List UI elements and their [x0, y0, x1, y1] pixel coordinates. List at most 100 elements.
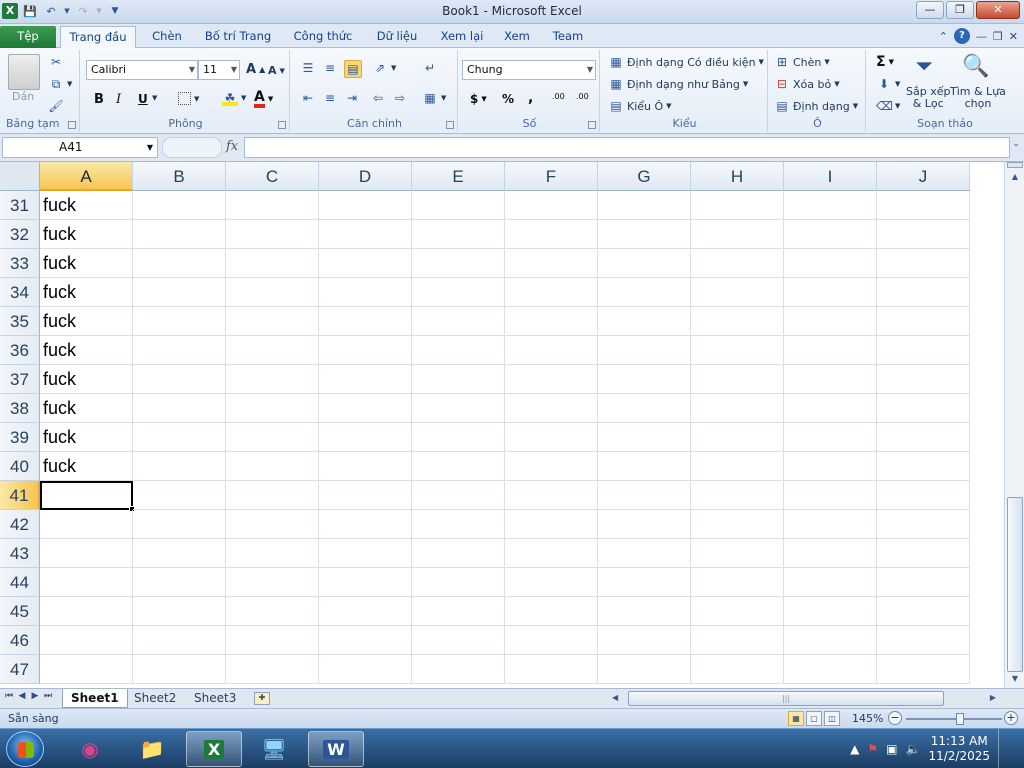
cell-b39[interactable] [133, 423, 226, 452]
cell-i35[interactable] [784, 307, 877, 336]
cell-d38[interactable] [319, 394, 412, 423]
cell-f42[interactable] [505, 510, 598, 539]
prev-sheet-icon[interactable]: ◀ [17, 691, 27, 701]
tab-data[interactable]: Dữ liệu [370, 26, 424, 48]
cell-j46[interactable] [877, 626, 970, 655]
row-header-40[interactable]: 40 [0, 452, 40, 481]
cell-f46[interactable] [505, 626, 598, 655]
cell-c31[interactable] [226, 191, 319, 220]
cell-i43[interactable] [784, 539, 877, 568]
tab-formulas[interactable]: Công thức [288, 26, 358, 48]
copy-icon[interactable]: ⧉ ▼ [48, 76, 73, 92]
alignment-launcher-icon[interactable] [446, 121, 454, 129]
cell-h33[interactable] [691, 249, 784, 278]
cell-d46[interactable] [319, 626, 412, 655]
column-header-c[interactable]: C [226, 162, 319, 191]
cell-f35[interactable] [505, 307, 598, 336]
zoom-in-icon[interactable]: + [1004, 711, 1018, 725]
cell-b47[interactable] [133, 655, 226, 684]
cell-h36[interactable] [691, 336, 784, 365]
expand-formula-bar-icon[interactable]: ⌄ [1010, 139, 1022, 155]
cell-a36[interactable]: fuck [40, 336, 133, 365]
align-center-icon[interactable]: ≡ [322, 90, 338, 106]
delete-cells-button[interactable]: ⊟ Xóa bỏ ▼ [774, 76, 840, 92]
cell-h43[interactable] [691, 539, 784, 568]
cell-h32[interactable] [691, 220, 784, 249]
cell-g35[interactable] [598, 307, 691, 336]
cell-i46[interactable] [784, 626, 877, 655]
cell-j43[interactable] [877, 539, 970, 568]
column-header-a[interactable]: A [40, 162, 133, 191]
cell-g46[interactable] [598, 626, 691, 655]
wrap-text-icon[interactable]: ↵ [422, 60, 438, 76]
tab-team[interactable]: Team [548, 26, 588, 48]
cell-e35[interactable] [412, 307, 505, 336]
currency-button[interactable]: $ ▼ [470, 92, 487, 106]
cell-c47[interactable] [226, 655, 319, 684]
cell-b34[interactable] [133, 278, 226, 307]
cell-g41[interactable] [598, 481, 691, 510]
minimize-button[interactable]: — [916, 1, 944, 19]
font-color-button[interactable]: A ▼ [254, 90, 273, 108]
grow-font-button[interactable]: A ▲ [246, 62, 265, 77]
cell-f32[interactable] [505, 220, 598, 249]
cell-e41[interactable] [412, 481, 505, 510]
cell-j35[interactable] [877, 307, 970, 336]
cell-f33[interactable] [505, 249, 598, 278]
paste-icon[interactable] [8, 54, 40, 90]
cell-h42[interactable] [691, 510, 784, 539]
cell-c40[interactable] [226, 452, 319, 481]
cell-h45[interactable] [691, 597, 784, 626]
paste-button[interactable]: Dán [12, 90, 34, 103]
cell-a46[interactable] [40, 626, 133, 655]
cell-a31[interactable]: fuck [40, 191, 133, 220]
cell-f45[interactable] [505, 597, 598, 626]
cell-f31[interactable] [505, 191, 598, 220]
cell-f38[interactable] [505, 394, 598, 423]
last-sheet-icon[interactable]: ⏭ [43, 691, 53, 701]
cell-e44[interactable] [412, 568, 505, 597]
cell-j45[interactable] [877, 597, 970, 626]
cell-e42[interactable] [412, 510, 505, 539]
minimize-ribbon-icon[interactable]: ⌃ [939, 30, 948, 43]
cell-c36[interactable] [226, 336, 319, 365]
cell-c38[interactable] [226, 394, 319, 423]
cell-c42[interactable] [226, 510, 319, 539]
cell-b46[interactable] [133, 626, 226, 655]
cell-c46[interactable] [226, 626, 319, 655]
cell-j36[interactable] [877, 336, 970, 365]
cell-g34[interactable] [598, 278, 691, 307]
cell-h31[interactable] [691, 191, 784, 220]
cell-c32[interactable] [226, 220, 319, 249]
row-header-37[interactable]: 37 [0, 365, 40, 394]
cell-f43[interactable] [505, 539, 598, 568]
help-icon[interactable]: ? [953, 28, 970, 44]
cell-f34[interactable] [505, 278, 598, 307]
cell-d43[interactable] [319, 539, 412, 568]
cell-styles-button[interactable]: ▤ Kiểu Ô ▼ [608, 98, 671, 114]
font-family-select[interactable]: Calibri ▼ [86, 60, 198, 80]
scroll-up-icon[interactable]: ▲ [1007, 170, 1023, 184]
cell-g36[interactable] [598, 336, 691, 365]
cell-j37[interactable] [877, 365, 970, 394]
cell-j34[interactable] [877, 278, 970, 307]
cell-d42[interactable] [319, 510, 412, 539]
cell-h37[interactable] [691, 365, 784, 394]
cell-a38[interactable]: fuck [40, 394, 133, 423]
cell-g38[interactable] [598, 394, 691, 423]
cell-h40[interactable] [691, 452, 784, 481]
align-right-icon[interactable]: ⇥ [344, 90, 360, 106]
cell-f47[interactable] [505, 655, 598, 684]
sort-filter-icon[interactable]: ⏷ [908, 54, 940, 84]
cell-g39[interactable] [598, 423, 691, 452]
row-header-34[interactable]: 34 [0, 278, 40, 307]
cell-a47[interactable] [40, 655, 133, 684]
scroll-right-icon[interactable]: ▶ [990, 693, 996, 702]
network-icon[interactable]: ▣ [886, 742, 897, 756]
tab-review[interactable]: Xem lại [436, 26, 488, 48]
cell-c33[interactable] [226, 249, 319, 278]
cell-e38[interactable] [412, 394, 505, 423]
align-bottom-icon[interactable]: ▤ [344, 60, 362, 78]
zoom-out-icon[interactable]: − [888, 711, 902, 725]
decrease-indent-icon[interactable]: ⇦ [370, 90, 386, 106]
